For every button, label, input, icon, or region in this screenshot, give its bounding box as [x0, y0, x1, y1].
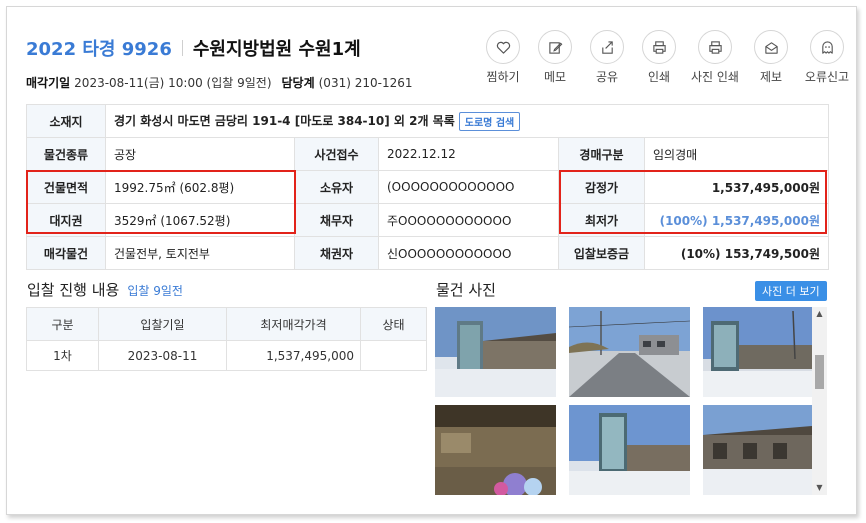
photo-print-icon — [698, 30, 732, 64]
title-divider — [181, 40, 183, 56]
photo-gallery — [435, 307, 829, 495]
bid-section-title: 입찰 진행 내용 입찰 9일전 — [27, 279, 183, 300]
auction-type-label: 경매구분 — [558, 137, 645, 171]
favorite-label: 찜하기 — [486, 70, 520, 84]
col-header-date: 입찰기일 — [98, 307, 227, 341]
mail-icon — [754, 30, 788, 64]
table-row: 물건종류 공장 사건접수 2022.12.12 경매구분 임의경매 — [26, 137, 830, 171]
table-row: 1차 2023-08-11 1,537,495,000 — [26, 340, 427, 371]
scroll-up-icon[interactable]: ▲ — [812, 307, 827, 321]
table-row: 소재지 경기 화성시 마도면 금당리 191-4 [마도로 384-10] 외 … — [26, 104, 830, 138]
land-right-value: 3529㎡ (1067.52평) — [105, 203, 295, 237]
bid-round: 1차 — [26, 340, 99, 371]
error-report-button[interactable]: 오류신고 — [797, 30, 856, 85]
building-area-label: 건물면적 — [26, 170, 106, 204]
dept-phone: (031) 210-1261 — [318, 76, 413, 90]
table-row: 대지권 3529㎡ (1067.52평) 채무자 주OOOOOOOOOOOO 최… — [26, 203, 830, 237]
type-label: 물건종류 — [26, 137, 106, 171]
bid-min-price: 1,537,495,000 — [226, 340, 361, 371]
sale-date: 2023-08-11(금) 10:00 (입찰 9일전) — [74, 76, 272, 90]
table-header-row: 구분 입찰기일 최저매각가격 상태 — [26, 307, 427, 341]
appraisal-label: 감정가 — [558, 170, 645, 204]
ghost-icon — [810, 30, 844, 64]
share-icon — [590, 30, 624, 64]
received-label: 사건접수 — [294, 137, 379, 171]
photo-section-title: 물건 사진 — [436, 281, 496, 299]
case-info-table: 소재지 경기 화성시 마도면 금당리 191-4 [마도로 384-10] 외 … — [26, 104, 830, 270]
report-button[interactable]: 제보 — [745, 30, 797, 85]
sale-date-label: 매각기일 — [26, 76, 71, 90]
land-right-label: 대지권 — [26, 203, 106, 237]
photo-thumbnail[interactable] — [703, 307, 824, 397]
bid-date: 2023-08-11 — [98, 340, 227, 371]
deposit-value: (10%) 153,749,500원 — [643, 236, 830, 270]
owner-value: (OOOOOOOOOOOOO — [378, 170, 559, 204]
sale-items-label: 매각물건 — [26, 236, 106, 270]
memo-label: 메모 — [543, 70, 567, 84]
print-label: 인쇄 — [647, 70, 671, 84]
min-price-label: 최저가 — [558, 203, 645, 237]
sale-info-line: 매각기일 2023-08-11(금) 10:00 (입찰 9일전) 담당계 (031)… — [26, 74, 412, 91]
share-button[interactable]: 공유 — [581, 30, 633, 85]
gallery-scrollbar[interactable]: ▲ ▼ — [812, 307, 827, 495]
photo-print-label: 사진 인쇄 — [691, 70, 739, 84]
address-cell: 경기 화성시 마도면 금당리 191-4 [마도로 384-10] 외 2개 목… — [104, 104, 830, 138]
col-header-status: 상태 — [360, 307, 427, 341]
court-name: 수원지방법원 수원1계 — [192, 39, 361, 60]
report-label: 제보 — [759, 70, 783, 84]
type-value: 공장 — [105, 137, 295, 171]
owner-label: 소유자 — [294, 170, 379, 204]
auction-detail-panel: 2022 타경 9926 수원지방법원 수원1계 매각기일 2023-08-11(금… — [6, 6, 857, 515]
photo-thumbnail[interactable] — [569, 307, 690, 397]
edit-icon — [538, 30, 572, 64]
bid-section-sub: 입찰 9일전 — [127, 284, 183, 298]
debtor-value: 주OOOOOOOOOOOO — [378, 203, 559, 237]
table-row: 매각물건 건물전부, 토지전부 채권자 신OOOOOOOOOOOO 입찰보증금 … — [26, 236, 830, 270]
address-value: 경기 화성시 마도면 금당리 191-4 [마도로 384-10] 외 2개 목… — [114, 113, 455, 128]
favorite-button[interactable]: 찜하기 — [477, 30, 529, 85]
scrollbar-thumb[interactable] — [815, 355, 824, 389]
min-price-value: (100%) 1,537,495,000원 — [643, 203, 830, 237]
more-photos-button[interactable]: 사진 더 보기 — [755, 281, 827, 301]
photo-print-button[interactable]: 사진 인쇄 — [685, 30, 745, 85]
road-search-button[interactable]: 도로명 검색 — [458, 111, 521, 131]
table-row: 건물면적 1992.75㎡ (602.8평) 소유자 (OOOOOOOOOOOO… — [26, 170, 830, 204]
photo-thumbnail[interactable] — [435, 405, 556, 495]
creditor-value: 신OOOOOOOOOOOO — [378, 236, 559, 270]
memo-button[interactable]: 메모 — [529, 30, 581, 85]
debtor-label: 채무자 — [294, 203, 379, 237]
dept-label: 담당계 — [281, 76, 315, 90]
case-number: 2022 타경 9926 — [26, 39, 172, 60]
scroll-down-icon[interactable]: ▼ — [812, 481, 827, 495]
sale-items-value: 건물전부, 토지전부 — [105, 236, 295, 270]
deposit-label: 입찰보증금 — [558, 236, 645, 270]
auction-type-value: 임의경매 — [643, 137, 830, 171]
heart-icon — [486, 30, 520, 64]
bid-section-heading: 입찰 진행 내용 — [27, 281, 120, 299]
bid-history-table: 구분 입찰기일 최저매각가격 상태 1차 2023-08-11 1,537,49… — [26, 307, 427, 371]
appraisal-value: 1,537,495,000원 — [643, 170, 830, 204]
page-title: 2022 타경 9926 수원지방법원 수원1계 — [26, 35, 361, 61]
col-header-round: 구분 — [26, 307, 99, 341]
photo-thumbnail[interactable] — [435, 307, 556, 397]
building-area-value: 1992.75㎡ (602.8평) — [105, 170, 295, 204]
col-header-min-price: 최저매각가격 — [226, 307, 361, 341]
address-label: 소재지 — [26, 104, 106, 138]
bid-status — [360, 340, 427, 371]
creditor-label: 채권자 — [294, 236, 379, 270]
action-toolbar: 찜하기 메모 공유 인쇄 사진 인쇄 제보 오류신고 — [477, 30, 856, 85]
print-button[interactable]: 인쇄 — [633, 30, 685, 85]
error-report-label: 오류신고 — [804, 70, 850, 84]
photo-thumbnail[interactable] — [569, 405, 690, 495]
share-label: 공유 — [595, 70, 619, 84]
printer-icon — [642, 30, 676, 64]
photo-thumbnail[interactable] — [703, 405, 824, 495]
received-value: 2022.12.12 — [378, 137, 559, 171]
